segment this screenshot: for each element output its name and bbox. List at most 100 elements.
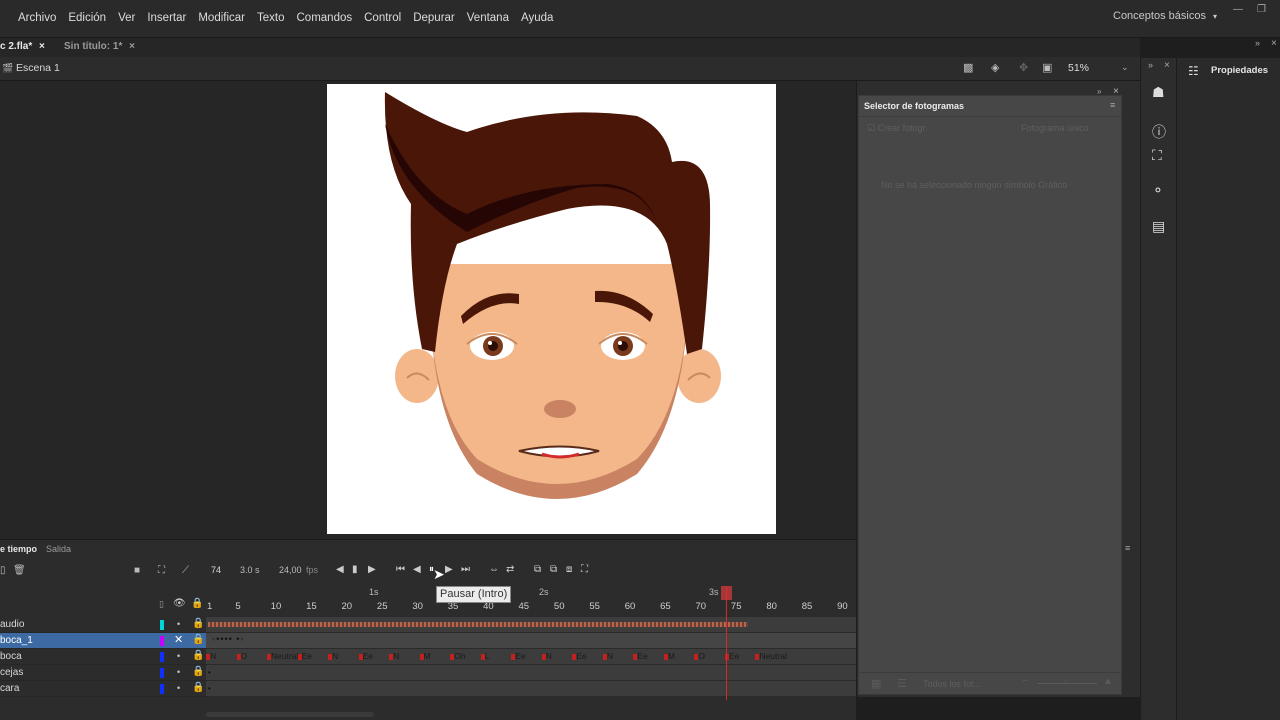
lock-icon[interactable]: 🔒 bbox=[192, 618, 204, 629]
onion-outline-icon[interactable]: ⧉ bbox=[550, 564, 557, 575]
close-icon[interactable]: × bbox=[1271, 38, 1277, 49]
collapse-icon[interactable]: » bbox=[1255, 38, 1260, 48]
layer-name[interactable]: cara bbox=[0, 683, 19, 694]
delete-layer-icon[interactable]: 🗑 bbox=[13, 565, 26, 576]
frames-audio[interactable] bbox=[206, 617, 856, 633]
motion-presets-icon[interactable]: ⚬ bbox=[1152, 182, 1164, 199]
frames-cara[interactable]: • bbox=[206, 681, 856, 697]
frame-type-select[interactable]: Fotograma único bbox=[1021, 123, 1089, 133]
current-frame[interactable]: 74 bbox=[211, 565, 221, 575]
close-icon[interactable]: × bbox=[39, 41, 45, 52]
edit-multiple-icon[interactable]: ⧈ bbox=[566, 564, 572, 575]
insert-keyframe-icon[interactable]: ▮ bbox=[352, 564, 358, 575]
layer-name[interactable]: boca_1 bbox=[0, 635, 33, 646]
layer-name[interactable]: cejas bbox=[0, 667, 23, 678]
onion-skin-icon[interactable]: ⧉ bbox=[534, 564, 541, 575]
workspace-switcher[interactable]: Conceptos básicos ▾ bbox=[1113, 10, 1217, 22]
edit-scene-icon[interactable]: ▩ bbox=[963, 61, 973, 74]
boy-face-illustration[interactable] bbox=[327, 84, 776, 534]
layer-row[interactable]: boca • 🔒 bbox=[0, 649, 206, 665]
clip-icon[interactable]: ▣ bbox=[1042, 61, 1052, 74]
all-frames-select[interactable]: Todos los fot... bbox=[923, 679, 981, 689]
layer-row[interactable]: audio • 🔒 bbox=[0, 617, 206, 633]
chevron-down-icon[interactable]: ⌄ bbox=[1121, 62, 1129, 73]
new-layer-icon[interactable]: ▯ bbox=[0, 565, 6, 576]
visibility-dot-icon[interactable]: • bbox=[177, 667, 180, 677]
menu-edicion[interactable]: Edición bbox=[62, 12, 112, 24]
lock-icon[interactable]: 🔒 bbox=[192, 634, 204, 645]
create-keyframe-checkbox[interactable]: ☑ Crear fotogr. bbox=[867, 123, 928, 134]
info-icon[interactable]: ⓘ bbox=[1152, 122, 1166, 142]
visibility-dot-icon[interactable]: • bbox=[177, 683, 180, 693]
visibility-dot-icon[interactable]: • bbox=[177, 619, 180, 629]
menu-ventana[interactable]: Ventana bbox=[461, 12, 515, 24]
tab-output[interactable]: Salida bbox=[46, 544, 71, 554]
zoom-in-icon[interactable]: ▲ bbox=[1103, 676, 1113, 687]
first-frame-icon[interactable]: ⏮ bbox=[396, 564, 405, 575]
menu-texto[interactable]: Texto bbox=[251, 12, 291, 24]
lock-icon[interactable]: 🔒 bbox=[191, 598, 203, 609]
frames-boca-1[interactable]: ◦•••• •◦ bbox=[206, 633, 856, 649]
edit-symbols-icon[interactable]: ◈ bbox=[991, 61, 999, 74]
next-keyframe-icon[interactable]: ▶ bbox=[368, 564, 376, 575]
layer-parenting-icon[interactable]: ⛶ bbox=[158, 565, 165, 576]
tab-timeline[interactable]: e tiempo bbox=[0, 544, 37, 554]
minimize-icon[interactable]: — bbox=[1233, 4, 1243, 15]
layer-row[interactable]: cejas • 🔒 bbox=[0, 665, 206, 681]
list-view-icon[interactable]: ☰ bbox=[897, 677, 907, 690]
layer-name[interactable]: boca bbox=[0, 651, 22, 662]
menu-insertar[interactable]: Insertar bbox=[141, 12, 192, 24]
step-back-icon[interactable]: ◀ bbox=[413, 564, 421, 575]
layer-color-swatch[interactable] bbox=[160, 636, 164, 646]
layer-color-swatch[interactable] bbox=[160, 652, 164, 662]
restore-icon[interactable]: ❐ bbox=[1257, 4, 1266, 15]
frames-boca[interactable]: N O Neutral Ee N Ee N M Oh L Ee N Ee N Ee M O Ee Neutral bbox=[206, 649, 856, 665]
step-forward-icon[interactable]: ▶ bbox=[445, 564, 453, 575]
panel-menu-icon[interactable]: ≡ bbox=[1110, 100, 1115, 110]
eye-icon[interactable]: 👁 bbox=[173, 598, 186, 609]
camera-icon[interactable]: ■ bbox=[134, 565, 140, 576]
loop-icon[interactable]: ⇄ bbox=[506, 564, 514, 575]
graph-icon[interactable]: ⟋ bbox=[182, 565, 189, 576]
modify-markers-icon[interactable]: ⛶ bbox=[581, 564, 588, 575]
highlight-icon[interactable]: ▯ bbox=[159, 599, 164, 610]
playhead-handle[interactable] bbox=[721, 586, 732, 600]
prev-keyframe-icon[interactable]: ◀ bbox=[336, 564, 344, 575]
zoom-value[interactable]: 51% bbox=[1068, 62, 1089, 74]
center-stage-icon[interactable]: ✥ bbox=[1019, 61, 1028, 74]
layer-row[interactable]: cara • 🔒 bbox=[0, 681, 206, 697]
menu-archivo[interactable]: Archivo bbox=[12, 12, 62, 24]
lock-icon[interactable]: 🔒 bbox=[192, 682, 204, 693]
zoom-out-icon[interactable]: − bbox=[1022, 676, 1028, 687]
frame-picker-icon[interactable]: ☗ bbox=[1152, 84, 1165, 101]
properties-tab[interactable]: Propiedades bbox=[1211, 65, 1268, 76]
stage-canvas[interactable] bbox=[327, 84, 776, 534]
close-icon[interactable]: × bbox=[129, 41, 135, 52]
menu-control[interactable]: Control bbox=[358, 12, 407, 24]
menu-modificar[interactable]: Modificar bbox=[192, 12, 251, 24]
horizontal-scrollbar[interactable] bbox=[206, 712, 374, 717]
close-icon[interactable]: × bbox=[1164, 60, 1170, 71]
lock-icon[interactable]: 🔒 bbox=[192, 666, 204, 677]
doc-tab-inactive[interactable]: Sin título: 1* × bbox=[64, 41, 135, 52]
grid-view-icon[interactable]: ▦ bbox=[871, 677, 881, 690]
panel-menu-icon[interactable]: ≡ bbox=[1125, 543, 1130, 553]
doc-tab-active[interactable]: c 2.fla* × bbox=[0, 41, 45, 52]
slider-handle-icon[interactable]: ○ bbox=[1064, 676, 1069, 686]
transform-icon[interactable]: ⛶ bbox=[1152, 147, 1162, 164]
center-frame-icon[interactable]: ⇔ bbox=[489, 564, 499, 575]
menu-ver[interactable]: Ver bbox=[112, 12, 141, 24]
library-icon[interactable]: ▤ bbox=[1152, 218, 1165, 235]
frames-cejas[interactable]: • bbox=[206, 665, 856, 681]
menu-ayuda[interactable]: Ayuda bbox=[515, 12, 559, 24]
hidden-x-icon[interactable]: ✕ bbox=[174, 633, 183, 646]
layer-color-swatch[interactable] bbox=[160, 620, 164, 630]
layer-row-selected[interactable]: boca_1 ✕ 🔒 bbox=[0, 633, 206, 649]
frame-ruler[interactable]: 1s 2s 3s 1 5 10 15 20 25 30 35 40 45 50 55 60 65 70 75 8… bbox=[206, 587, 856, 617]
current-time[interactable]: 3.0 s bbox=[240, 565, 260, 575]
layer-name[interactable]: audio bbox=[0, 619, 24, 630]
menu-comandos[interactable]: Comandos bbox=[291, 12, 359, 24]
layer-color-swatch[interactable] bbox=[160, 684, 164, 694]
layer-color-swatch[interactable] bbox=[160, 668, 164, 678]
lock-icon[interactable]: 🔒 bbox=[192, 650, 204, 661]
